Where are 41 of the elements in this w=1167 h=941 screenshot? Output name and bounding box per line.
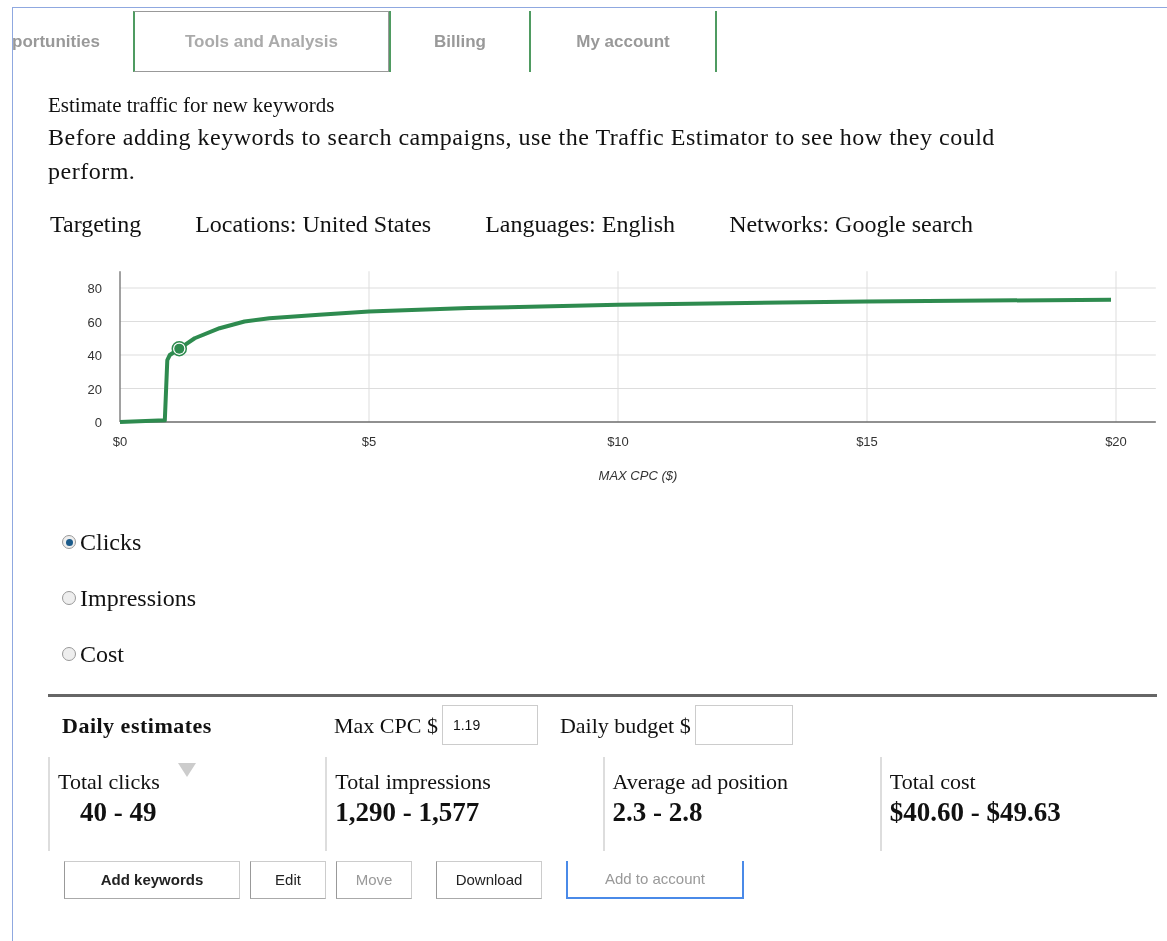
axis-label: $10 [607,434,629,449]
metric-value: $40.60 - $49.63 [889,796,1062,829]
caret-icon [178,763,196,777]
radio-label[interactable]: Clicks [80,524,142,560]
targeting-label: Targeting [50,210,142,239]
metric-label: Total impressions [335,769,491,795]
targeting-label: Languages: English [485,210,676,239]
axis-label: 60 [87,314,102,330]
metric-label: Average ad position [612,769,789,795]
daily-budget-input[interactable] [694,705,793,745]
metric-value: 40 - 49 [79,796,158,829]
axis-label: 40 [87,348,102,363]
section-title: Daily estimates [62,711,213,740]
axis-label: $5 [361,434,377,449]
axis-label: 0 [94,415,102,430]
targeting-label: Networks: Google search [729,210,974,239]
axis-label: $15 [856,434,878,449]
action-button[interactable]: Edit [250,861,326,899]
page-heading: Estimate traffic for new keywords [48,92,336,118]
field-label: Daily budget $ [559,711,691,740]
metric-value: 2.3 - 2.8 [612,796,704,829]
action-button[interactable]: Download [436,861,542,899]
axis-label: 80 [87,281,102,296]
action-button[interactable]: Add keywords [64,861,240,899]
metric-label: Total clicks [58,769,160,795]
radio-button[interactable] [62,647,76,661]
data-point-marker[interactable] [171,340,187,357]
radio-button[interactable] [62,535,76,549]
axis-label: 20 [87,381,102,397]
axis-label: $20 [1105,434,1127,449]
field-label: Max CPC $ [334,711,438,740]
intro-text: Before adding keywords to search campaigns, use the Traffic Estimator to see how they could perform. [48,123,996,186]
axis-title: MAX CPC ($) [598,468,678,483]
axis-label: $0 [112,434,128,449]
metric-label: Total cost [889,769,976,795]
radio-button[interactable] [62,591,76,605]
radio-label[interactable]: Impressions [80,580,196,616]
targeting-label: Locations: United States [195,210,432,239]
radio-label[interactable]: Cost [80,636,124,672]
metric-value: 1,290 - 1,577 [335,796,481,829]
max-cpc-input[interactable]: 1.19 [441,705,538,745]
